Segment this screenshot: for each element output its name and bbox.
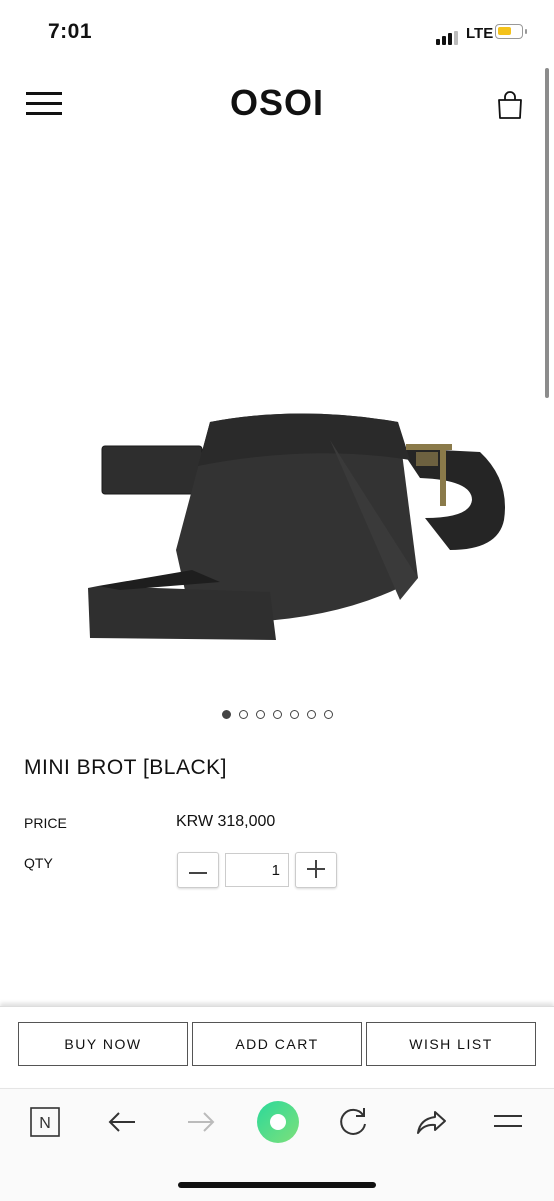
network-label: LTE xyxy=(466,25,494,42)
shopping-bag-icon[interactable] xyxy=(496,90,524,125)
add-cart-button[interactable]: ADD CART xyxy=(192,1022,362,1066)
forward-arrow-icon[interactable] xyxy=(178,1100,222,1144)
product-image[interactable] xyxy=(80,400,520,650)
price-label: PRICE xyxy=(24,815,67,831)
battery-icon xyxy=(495,24,527,39)
plus-icon xyxy=(307,859,325,878)
gallery-dot[interactable] xyxy=(272,710,282,719)
quantity-input[interactable] xyxy=(225,853,289,887)
signal-icon xyxy=(436,27,460,45)
buy-now-button[interactable]: BUY NOW xyxy=(18,1022,188,1066)
status-time: 7:01 xyxy=(48,20,93,43)
gallery-dot[interactable] xyxy=(289,710,299,719)
minus-icon xyxy=(189,871,207,874)
gallery-dot[interactable] xyxy=(255,710,265,719)
gallery-dot[interactable] xyxy=(221,710,231,719)
back-arrow-icon[interactable] xyxy=(101,1100,145,1144)
svg-text:N: N xyxy=(39,1115,51,1132)
quantity-decrease-button[interactable] xyxy=(177,852,219,888)
price-value: KRW 318,000 xyxy=(176,813,276,830)
page-scrollbar[interactable] xyxy=(545,68,549,398)
gallery-dot[interactable] xyxy=(323,710,333,719)
share-icon[interactable] xyxy=(409,1100,453,1144)
refresh-icon[interactable] xyxy=(331,1100,375,1144)
product-title: MINI BROT [BLACK] xyxy=(24,756,227,779)
gallery-dot[interactable] xyxy=(306,710,316,719)
quantity-increase-button[interactable] xyxy=(295,852,337,888)
quantity-label: QTY xyxy=(24,855,53,871)
gallery-pagination xyxy=(0,706,554,724)
green-dot-icon[interactable] xyxy=(254,1098,302,1146)
naver-home-icon[interactable]: N xyxy=(23,1100,67,1144)
home-indicator[interactable] xyxy=(178,1182,376,1188)
gallery-dot[interactable] xyxy=(238,710,248,719)
brand-logo[interactable]: OSOI xyxy=(0,82,554,124)
wish-list-button[interactable]: WISH LIST xyxy=(366,1022,536,1066)
menu-lines-icon[interactable] xyxy=(486,1100,530,1144)
